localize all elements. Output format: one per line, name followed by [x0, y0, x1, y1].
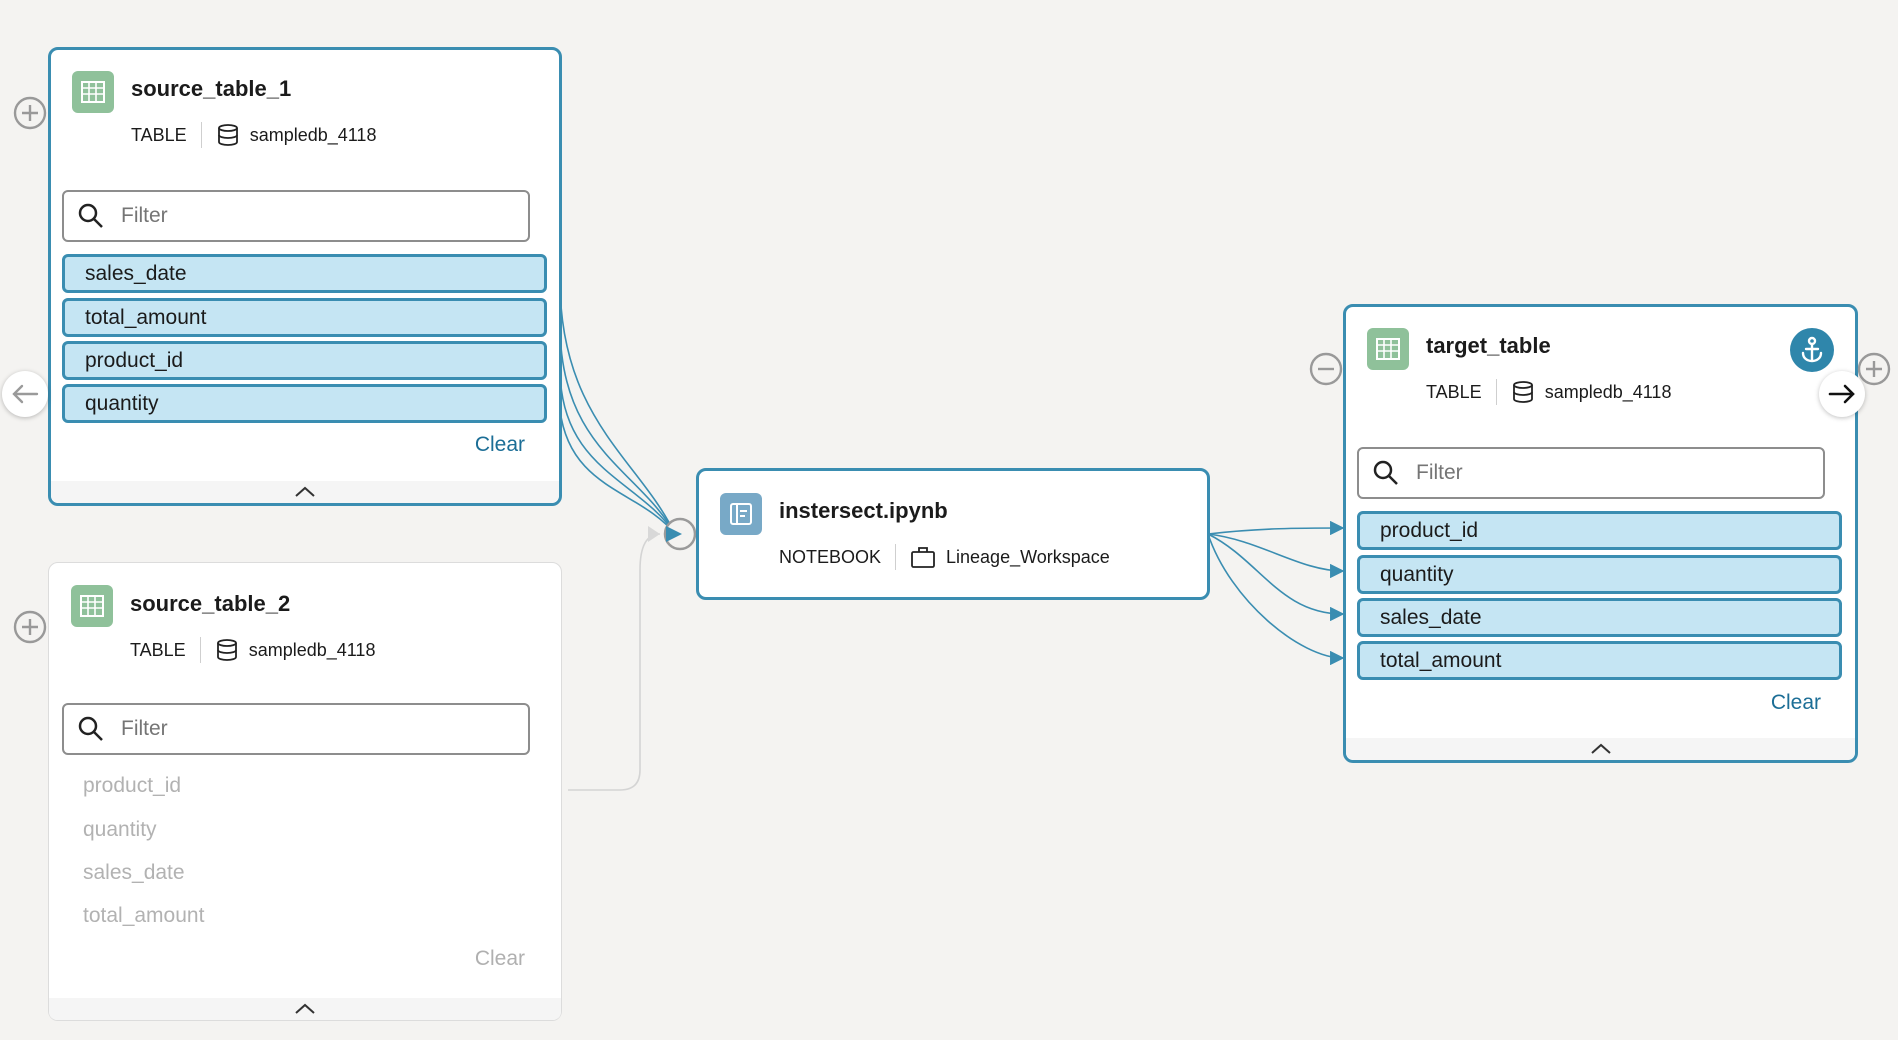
meta-divider — [1495, 379, 1497, 405]
edge-source2-to-notebook — [568, 533, 661, 791]
clear-button[interactable]: Clear — [475, 947, 525, 971]
anchor-icon — [1801, 336, 1823, 363]
clear-button[interactable]: Clear — [475, 433, 525, 457]
column-item[interactable]: total_amount — [62, 298, 547, 337]
node-type: NOTEBOOK — [779, 546, 882, 567]
column-filter[interactable] — [1357, 447, 1825, 499]
column-filter[interactable] — [62, 190, 530, 242]
column-item[interactable]: quantity — [62, 384, 547, 423]
column-filter[interactable] — [62, 703, 530, 755]
database-icon — [1511, 380, 1535, 404]
collapse-upstream-button[interactable] — [1308, 351, 1344, 387]
edge-notebook-to-target-total_amount — [1207, 533, 1345, 666]
edge-notebook-to-target-product_id — [1207, 520, 1345, 536]
table-grid-icon — [1367, 328, 1409, 370]
node-notebook[interactable]: instersect.ipynb NOTEBOOK Lineage_Worksp… — [696, 468, 1210, 600]
clear-button[interactable]: Clear — [1771, 691, 1821, 715]
node-source-table-2[interactable]: source_table_2 TABLE sampledb_4118 produ… — [48, 562, 562, 1021]
edge-notebook-to-target-quantity — [1207, 533, 1345, 579]
column-item[interactable]: product_id — [62, 341, 547, 380]
database-name: sampledb_4118 — [249, 124, 377, 145]
column-item[interactable]: sales_date — [60, 853, 545, 893]
plus-circle-icon — [13, 96, 47, 130]
filter-input[interactable] — [119, 716, 503, 742]
node-title: target_table — [1426, 333, 1551, 358]
column-item[interactable]: product_id — [1357, 511, 1842, 550]
database-name: sampledb_4118 — [248, 639, 376, 660]
node-type: TABLE — [131, 124, 187, 145]
plus-circle-icon — [13, 610, 47, 644]
chevron-up-icon — [295, 1003, 315, 1014]
node-type: TABLE — [130, 639, 186, 660]
minus-circle-icon — [1309, 352, 1343, 386]
collapse-button[interactable] — [51, 481, 559, 503]
node-title: source_table_1 — [131, 76, 292, 101]
navigate-left-button[interactable] — [2, 371, 48, 417]
table-grid-icon — [72, 71, 114, 113]
collapse-button[interactable] — [1346, 738, 1855, 760]
column-item[interactable]: total_amount — [60, 896, 545, 936]
collapse-button[interactable] — [49, 998, 561, 1020]
meta-divider — [199, 637, 201, 663]
database-icon — [215, 638, 239, 662]
search-icon — [77, 715, 105, 743]
anchor-button[interactable] — [1790, 328, 1834, 372]
node-target-table[interactable]: target_table TABLE sampledb_4118 product… — [1343, 304, 1858, 763]
table-grid-icon — [71, 585, 113, 627]
filter-input[interactable] — [119, 203, 503, 229]
search-icon — [77, 202, 105, 230]
edge-notebook-to-target-sales_date — [1207, 533, 1345, 622]
column-item[interactable]: total_amount — [1357, 641, 1842, 680]
search-icon — [1372, 459, 1400, 487]
meta-divider — [895, 544, 897, 570]
notebook-input-port — [663, 517, 697, 551]
column-item[interactable]: quantity — [60, 810, 545, 850]
chevron-up-icon — [1590, 743, 1611, 754]
edge-quantity-to-notebook — [559, 409, 676, 535]
database-name: sampledb_4118 — [1544, 381, 1672, 402]
workspace-name: Lineage_Workspace — [946, 546, 1110, 567]
chevron-up-icon — [295, 486, 315, 497]
column-item[interactable]: sales_date — [1357, 598, 1842, 637]
navigate-right-button[interactable] — [1819, 371, 1865, 417]
arrow-left-icon — [12, 384, 39, 404]
node-type: TABLE — [1426, 381, 1482, 402]
column-item[interactable]: product_id — [60, 766, 545, 806]
column-item[interactable]: sales_date — [62, 254, 547, 293]
meta-divider — [200, 122, 202, 148]
expand-upstream-button[interactable] — [12, 609, 48, 645]
node-title: source_table_2 — [130, 591, 291, 616]
column-item[interactable]: quantity — [1357, 555, 1842, 594]
node-source-table-1[interactable]: source_table_1 TABLE sampledb_4118 sales… — [48, 47, 562, 506]
arrow-right-icon — [1828, 384, 1855, 404]
node-title: instersect.ipynb — [779, 498, 948, 523]
notebook-icon — [720, 493, 762, 535]
database-icon — [216, 123, 240, 147]
edge-product_id-to-notebook — [559, 367, 676, 535]
briefcase-icon — [910, 545, 936, 569]
filter-input[interactable] — [1414, 460, 1798, 486]
edge-sales_date-to-notebook — [559, 279, 676, 535]
expand-upstream-button[interactable] — [12, 95, 48, 131]
edge-total_amount-to-notebook — [559, 323, 676, 535]
